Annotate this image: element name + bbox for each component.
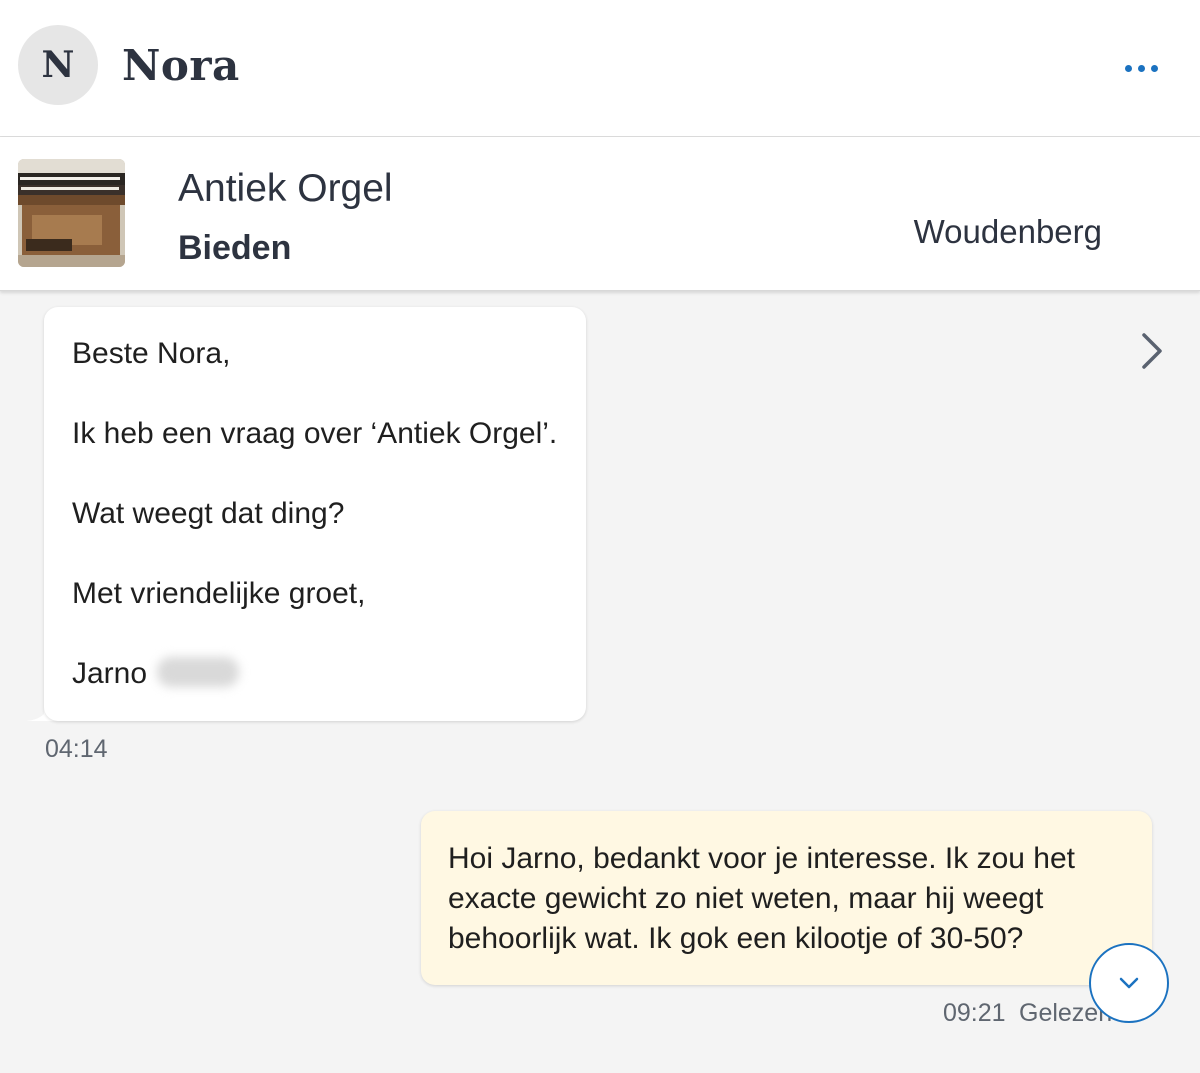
chevron-right-icon[interactable]	[1136, 331, 1168, 371]
bid-link[interactable]: Bieden	[178, 228, 291, 268]
blurred-surname	[157, 657, 240, 687]
listing-thumbnail	[18, 159, 125, 267]
outgoing-message-bubble[interactable]: Hoi Jarno, bedankt voor je interesse. Ik…	[421, 811, 1152, 985]
message-line: Met vriendelijke groet,	[72, 577, 366, 610]
message-line: Beste Nora,	[72, 337, 231, 370]
listing-location: Woudenberg	[913, 213, 1102, 250]
contact-name[interactable]: Nora	[122, 38, 240, 94]
message-line: Ik heb een vraag over ‘Antiek Orgel’.	[72, 417, 558, 450]
message-timestamp: 04:14	[45, 735, 108, 763]
message-signature: Jarno	[72, 654, 240, 694]
message-text: Hoi Jarno, bedankt voor je interesse. Ik…	[448, 842, 1076, 955]
organ-photo	[18, 159, 125, 267]
message-line: Wat weegt dat ding?	[72, 497, 345, 530]
listing-title[interactable]: Antiek Orgel	[178, 166, 393, 212]
more-dot	[1150, 64, 1158, 72]
avatar[interactable]: N	[18, 25, 98, 105]
message-timestamp: 09:21	[943, 999, 1006, 1027]
chevron-down-icon	[1119, 977, 1139, 989]
chat-header: N Nora	[0, 0, 1200, 137]
incoming-message-bubble[interactable]: Beste Nora, Ik heb een vraag over ‘Antie…	[44, 307, 586, 721]
more-dot	[1137, 64, 1145, 72]
more-options-button[interactable]	[1116, 48, 1166, 88]
sender-first-name: Jarno	[72, 657, 148, 690]
more-dots-icon	[1124, 64, 1132, 72]
scroll-down-button[interactable]	[1089, 943, 1169, 1023]
